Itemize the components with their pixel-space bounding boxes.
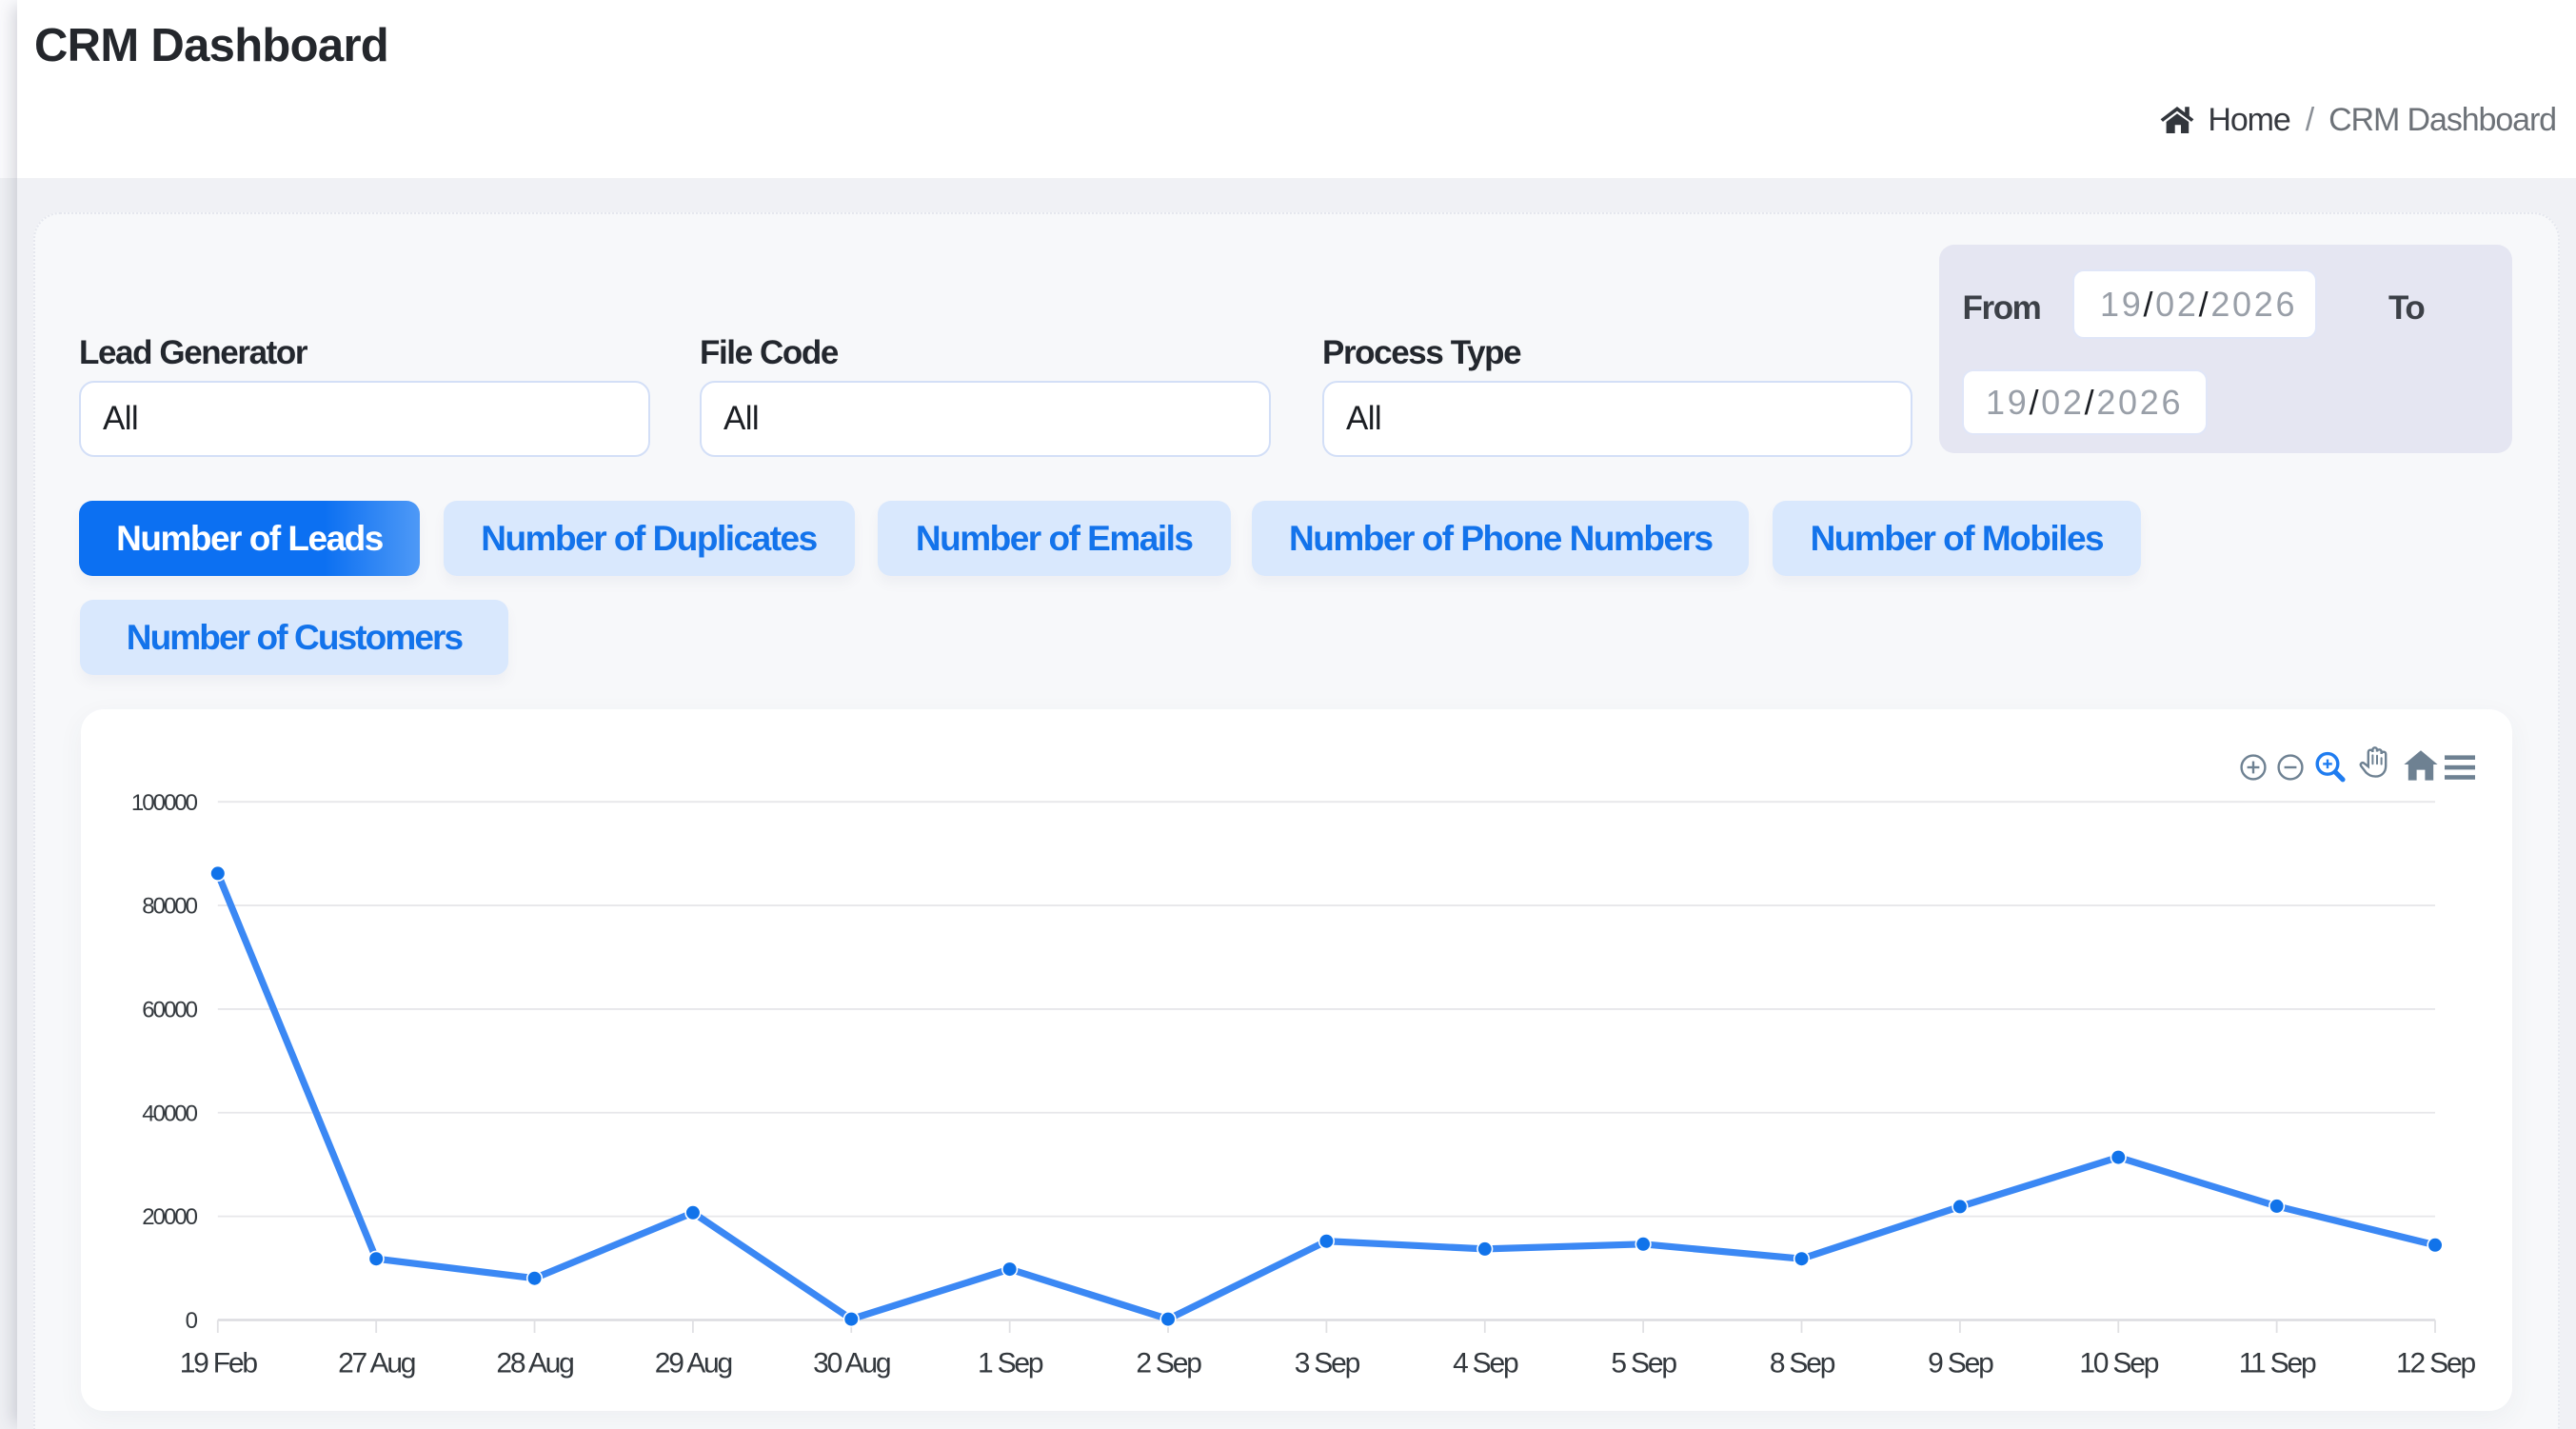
svg-text:0: 0 [186, 1308, 198, 1334]
svg-text:30 Aug: 30 Aug [813, 1347, 890, 1379]
svg-text:5 Sep: 5 Sep [1611, 1347, 1676, 1379]
svg-text:40000: 40000 [142, 1101, 197, 1126]
svg-text:100000: 100000 [131, 790, 198, 816]
svg-text:9 Sep: 9 Sep [1928, 1347, 1993, 1379]
svg-text:4 Sep: 4 Sep [1453, 1347, 1518, 1379]
svg-text:10 Sep: 10 Sep [2079, 1347, 2158, 1379]
svg-text:60000: 60000 [142, 997, 197, 1022]
svg-text:3 Sep: 3 Sep [1295, 1347, 1360, 1379]
svg-text:2 Sep: 2 Sep [1136, 1347, 1201, 1379]
svg-text:1 Sep: 1 Sep [978, 1347, 1043, 1379]
svg-text:28 Aug: 28 Aug [496, 1347, 573, 1379]
svg-text:12 Sep: 12 Sep [2396, 1347, 2475, 1379]
svg-text:8 Sep: 8 Sep [1770, 1347, 1835, 1379]
svg-text:80000: 80000 [142, 894, 197, 920]
svg-text:27 Aug: 27 Aug [338, 1347, 415, 1379]
svg-text:11 Sep: 11 Sep [2239, 1347, 2316, 1379]
svg-text:20000: 20000 [142, 1204, 197, 1230]
svg-text:29 Aug: 29 Aug [655, 1347, 732, 1379]
svg-text:19 Feb: 19 Feb [180, 1347, 258, 1379]
